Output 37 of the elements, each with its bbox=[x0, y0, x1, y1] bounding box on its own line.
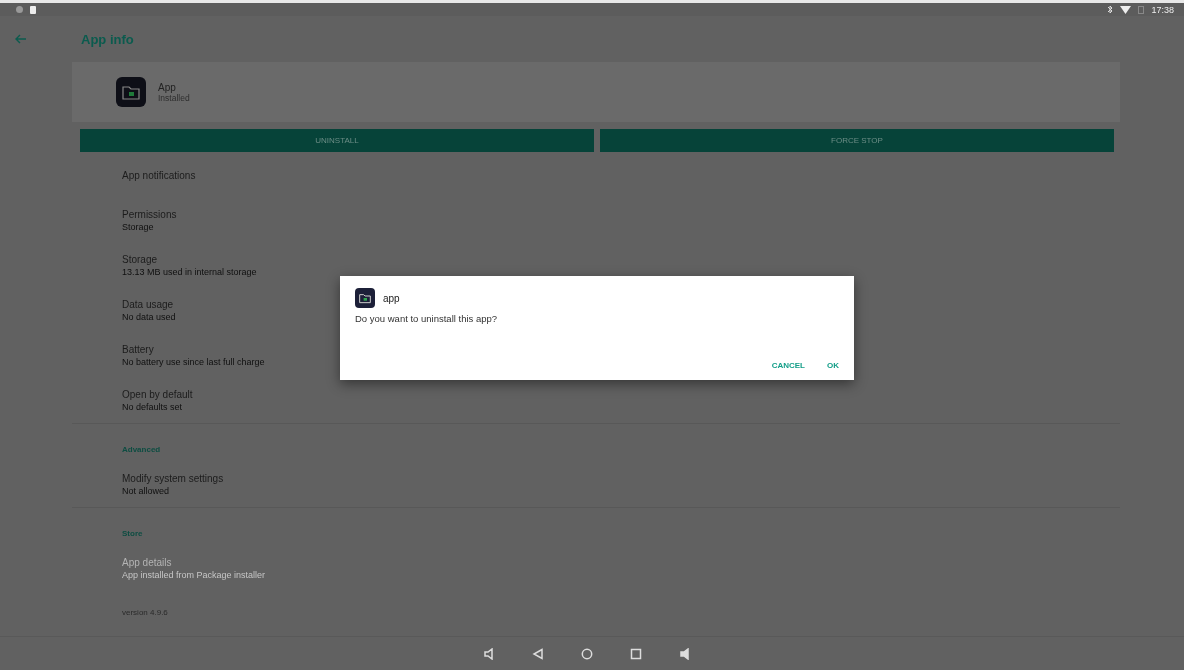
screen-title: App info bbox=[81, 31, 134, 47]
item-title: App details bbox=[122, 557, 172, 568]
settings-item[interactable]: Modify system settings Not allowed bbox=[72, 462, 1120, 507]
app-name: App bbox=[158, 81, 177, 93]
item-title: Modify system settings bbox=[122, 473, 224, 484]
home-icon[interactable] bbox=[581, 647, 593, 660]
settings-item[interactable]: Permissions Storage bbox=[72, 198, 1120, 243]
clock: 17:38 bbox=[1151, 4, 1174, 15]
volume-up-icon[interactable] bbox=[679, 647, 691, 660]
item-title: Permissions bbox=[122, 209, 177, 220]
action-button[interactable]: UNINSTALL bbox=[80, 129, 594, 152]
item-summary: No battery use since last full charge bbox=[122, 357, 265, 367]
item-title: Storage bbox=[122, 254, 158, 265]
settings-item[interactable]: Open by default No defaults set bbox=[72, 378, 1120, 423]
dialog-title: app bbox=[383, 292, 400, 304]
section-header: Store bbox=[122, 529, 143, 538]
item-title: App notifications bbox=[122, 169, 196, 181]
dialog-button[interactable]: OK bbox=[827, 361, 839, 370]
settings-item[interactable]: App notifications bbox=[72, 152, 1120, 198]
item-title: Data usage bbox=[122, 299, 174, 310]
item-title: Open by default bbox=[122, 389, 193, 400]
section-header: Advanced bbox=[122, 445, 161, 454]
item-summary: No defaults set bbox=[122, 402, 183, 412]
item-title: Battery bbox=[122, 344, 154, 355]
recents-icon[interactable] bbox=[630, 647, 642, 660]
item-summary: Not allowed bbox=[122, 486, 170, 496]
notification-icon bbox=[16, 6, 23, 13]
folder-app-icon bbox=[116, 77, 146, 107]
back-icon[interactable] bbox=[532, 647, 544, 660]
dialog-message: Do you want to uninstall this app? bbox=[355, 313, 499, 324]
folder-app-icon bbox=[355, 288, 375, 308]
volume-down-icon[interactable] bbox=[483, 647, 495, 660]
dialog-button[interactable]: CANCEL bbox=[771, 361, 805, 370]
item-summary: No data used bbox=[122, 312, 176, 322]
item-summary: Storage bbox=[122, 222, 154, 232]
item-summary: App installed from Package installer bbox=[122, 570, 266, 580]
action-button[interactable]: FORCE STOP bbox=[600, 129, 1114, 152]
